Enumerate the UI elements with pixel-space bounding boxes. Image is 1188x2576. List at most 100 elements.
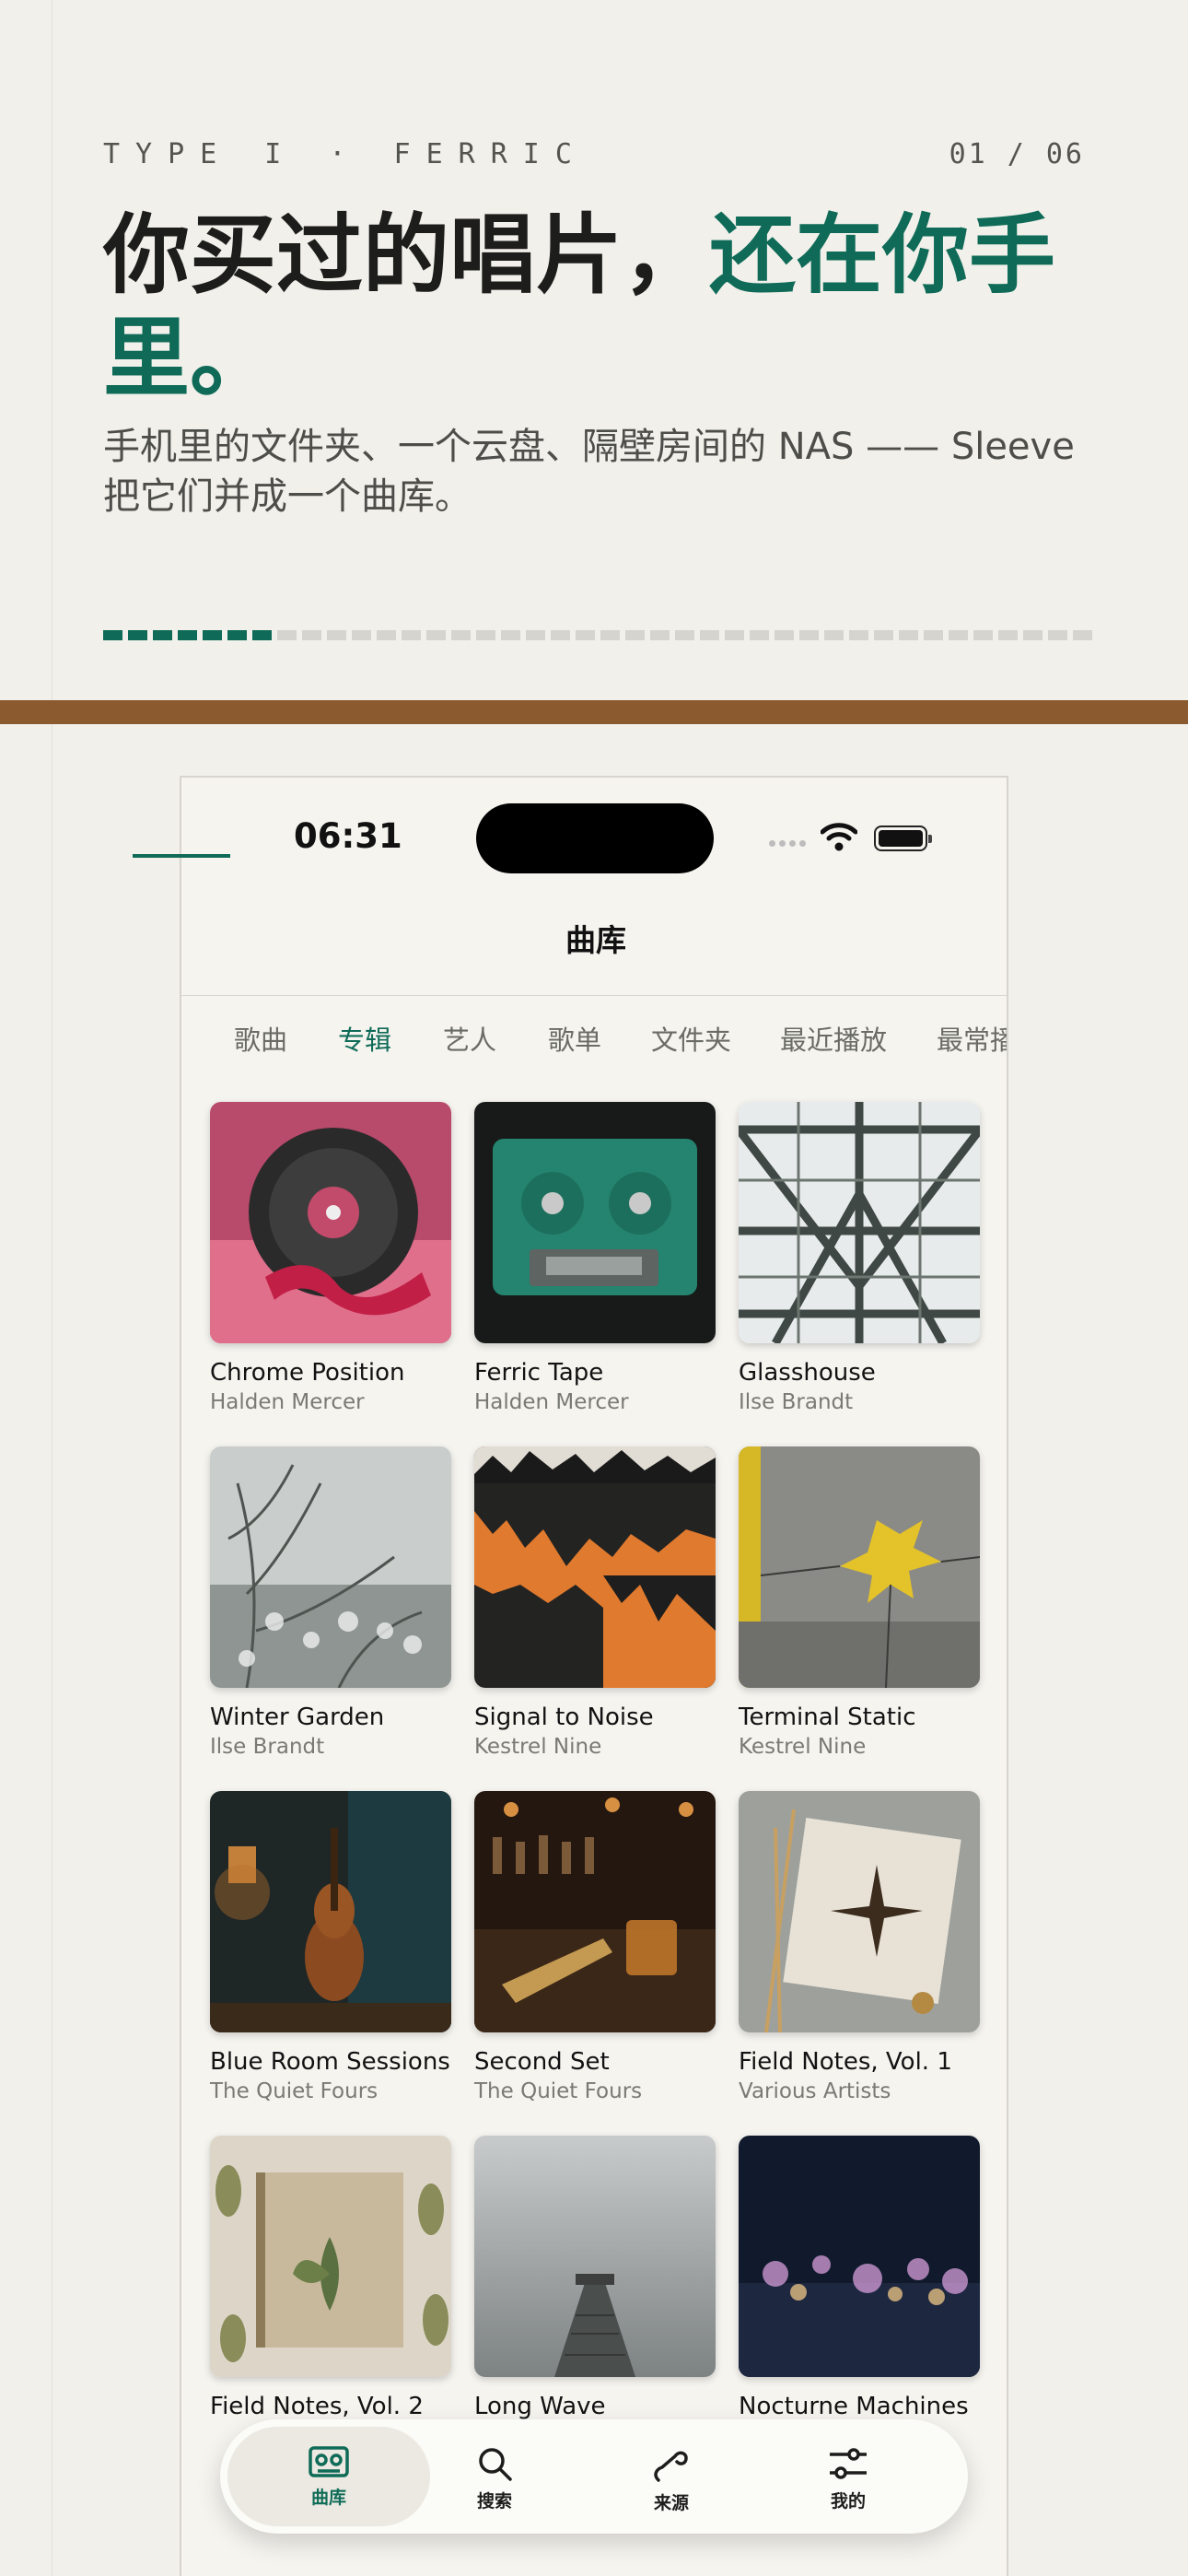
progress-segment [277,630,297,640]
album-card[interactable]: Nocturne Machines [739,2136,980,2424]
album-card[interactable]: Field Notes, Vol. 1 Various Artists [739,1791,980,2103]
album-artist: Ilse Brandt [210,1735,325,1759]
album-cover [474,1446,716,1688]
progress-segment [128,630,147,640]
album-card[interactable]: Second Set The Quiet Fours [474,1791,716,2103]
album-cover [210,1446,451,1688]
album-title: Signal to Noise [474,1704,654,1731]
sliders-icon [830,2448,867,2479]
album-cover [739,1446,980,1688]
album-artist: Kestrel Nine [474,1735,602,1759]
album-title: Glasshouse [739,1359,876,1387]
progress-segment [501,630,520,640]
progress-segment [600,630,620,640]
album-cover [474,2136,716,2377]
cellular-signal-icon [769,840,806,847]
progress-segment [103,630,122,640]
album-cover [210,1791,451,2032]
album-artist: The Quiet Fours [474,2079,643,2103]
progress-segment [1023,630,1042,640]
progress-segment [327,630,346,640]
tab-playlists[interactable]: 歌单 [548,996,601,1084]
album-artist: Ilse Brandt [739,1390,854,1414]
progress-segment [526,630,545,640]
album-card[interactable]: Glasshouse Ilse Brandt [739,1102,980,1414]
cassette-icon [309,2446,349,2477]
album-title: Field Notes, Vol. 2 [210,2393,424,2420]
page-indicator: 01 / 06 [949,138,1085,170]
tab-recent[interactable]: 最近播放 [780,996,887,1084]
album-title: Winter Garden [210,1704,385,1731]
album-artist: Kestrel Nine [739,1735,867,1759]
progress-segment [924,630,943,640]
link-icon [654,2451,688,2482]
tabbar-me[interactable]: 我的 [747,2427,949,2526]
progress-segment [899,630,918,640]
album-card[interactable]: Blue Room Sessions The Quiet Fours [210,1791,451,2103]
album-cover [210,2136,451,2377]
wifi-icon [821,823,857,851]
progress-segment [252,630,272,640]
progress-segment [949,630,968,640]
progress-segment [799,630,819,640]
active-tab-indicator [133,854,230,858]
progress-segment [849,630,868,640]
status-time: 06:31 [294,816,402,856]
album-title: Blue Room Sessions [210,2048,450,2076]
album-artist: Halden Mercer [474,1390,629,1414]
album-title: Second Set [474,2048,610,2076]
tab-folders[interactable]: 文件夹 [651,996,731,1084]
dynamic-island [476,803,714,873]
album-cover [739,2136,980,2377]
album-cover [474,1791,716,2032]
album-card[interactable]: Field Notes, Vol. 2 [210,2136,451,2424]
album-artist: The Quiet Fours [210,2079,379,2103]
progress-segment [1048,630,1067,640]
tab-most-played[interactable]: 最常播 [937,996,1007,1084]
progress-segment [725,630,744,640]
album-title: Terminal Static [739,1704,916,1731]
album-artist: Various Artists [739,2079,891,2103]
progress-segment [402,630,421,640]
accent-band [0,700,1188,724]
album-title: Chrome Position [210,1359,405,1387]
progress-segment [352,630,371,640]
album-cover [739,1102,980,1343]
progress-segment [451,630,471,640]
tabbar-sources[interactable]: 来源 [570,2427,773,2526]
progress-segment [178,630,197,640]
album-cover [739,1791,980,2032]
headline: 你买过的唱片，还在你手里。 [103,205,1098,411]
progress-segment [377,630,396,640]
progress-segment [998,630,1018,640]
album-title: Ferric Tape [474,1359,604,1387]
progress-segment [1073,630,1092,640]
album-card[interactable]: Winter Garden Ilse Brandt [210,1446,451,1759]
tab-albums[interactable]: 专辑 [338,996,391,1084]
progress-segment [750,630,769,640]
subheading: 手机里的文件夹、一个云盘、隔壁房间的 NAS —— Sleeve 把它们并成一个… [103,426,1075,518]
progress-segment [203,630,222,640]
tab-artists[interactable]: 艺人 [443,996,496,1084]
album-card[interactable]: Chrome Position Halden Mercer [210,1102,451,1414]
intro-panel: TYPE I · FERRIC 01 / 06 你买过的唱片，还在你手里。 手机… [0,0,1188,700]
tabbar-label: 来源 [653,2493,689,2513]
tabbar-label: 搜索 [476,2491,512,2512]
album-card[interactable]: Terminal Static Kestrel Nine [739,1446,980,1759]
progress-segment [476,630,495,640]
status-bar: 06:31 [181,778,1007,907]
kicker: TYPE I · FERRIC [103,138,588,170]
progress-segment [153,630,172,640]
phone-mockup: 06:31 曲库 歌曲专辑艺人歌单文件夹最近播放最常播 Chrome Posit… [180,776,1008,2576]
album-cover [210,1102,451,1343]
search-icon [479,2448,512,2481]
onboarding-progress [103,630,1092,640]
album-card[interactable]: Long Wave [474,2136,716,2424]
album-card[interactable]: Signal to Noise Kestrel Nine [474,1446,716,1759]
progress-segment [302,630,321,640]
tab-bar: 曲库 搜索 来源 我的 [220,2419,968,2534]
tabbar-search[interactable]: 搜索 [393,2427,596,2526]
progress-segment [973,630,993,640]
album-card[interactable]: Ferric Tape Halden Mercer [474,1102,716,1414]
tab-songs[interactable]: 歌曲 [234,996,287,1084]
